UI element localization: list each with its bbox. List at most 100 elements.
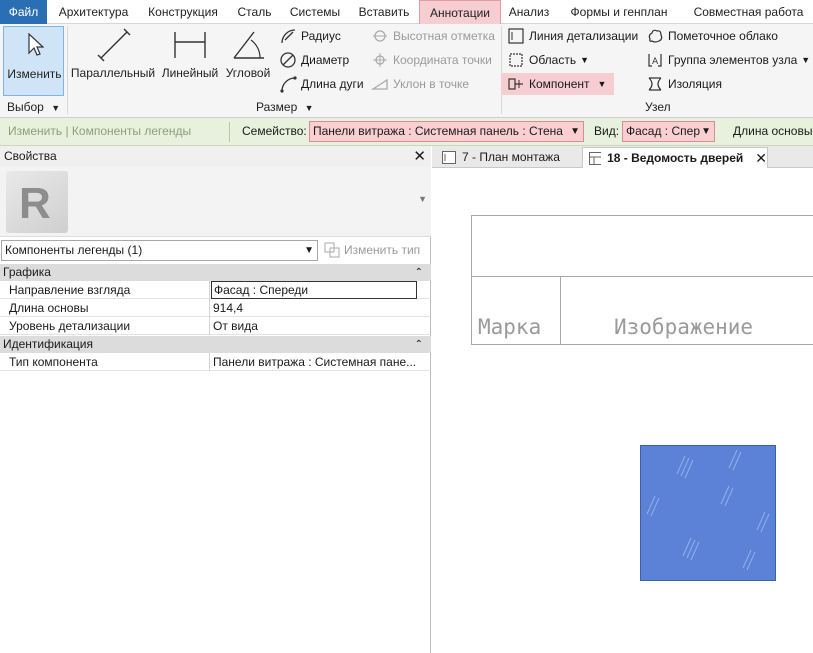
ribbon-separator (501, 26, 502, 114)
detail-line-label: Линия детализации (529, 29, 639, 43)
tab-steel[interactable]: Сталь (231, 0, 278, 24)
modify-button[interactable]: Изменить (3, 26, 64, 96)
chevron-down-icon: ▼ (304, 245, 314, 256)
modify-label: Изменить (7, 67, 62, 81)
aligned-dimension-button[interactable]: Параллельный (70, 26, 156, 96)
property-row[interactable]: Длина основы 914,4 (0, 299, 431, 317)
drawing-canvas[interactable]: Марка Изображение (432, 168, 813, 653)
aligned-dimension-icon (97, 28, 131, 62)
type-selector[interactable]: R ▼ (0, 167, 431, 237)
collapse-icon[interactable]: ⌃ (415, 264, 423, 281)
detail-line-button[interactable]: Линия детализации (507, 25, 638, 47)
tab-systems[interactable]: Системы (284, 0, 346, 24)
arc-length-icon (280, 76, 297, 93)
radial-dimension-button[interactable]: Радиус (279, 25, 341, 47)
linear-dimension-label: Линейный (161, 66, 219, 80)
view-tab-door-schedule[interactable]: 18 - Ведомость дверей ✕ (582, 147, 768, 168)
spot-slope-label: Уклон в точке (393, 77, 470, 91)
ribbon-separator (67, 26, 68, 114)
view-tabs: 7 - План монтажа 18 - Ведомость дверей ✕ (432, 146, 813, 168)
dimension-group-label[interactable]: Размер ▼ (256, 98, 314, 116)
view-tab-label: 18 - Ведомость дверей (607, 150, 744, 165)
collapse-icon[interactable]: ⌃ (415, 336, 423, 353)
options-separator (229, 122, 230, 142)
property-value[interactable]: 914,4 (211, 299, 417, 317)
tab-massing-site[interactable]: Формы и генплан (560, 0, 678, 24)
category-graphics-label: Графика (3, 265, 51, 279)
property-row[interactable]: Тип компонента Панели витража : Системна… (0, 353, 431, 371)
category-identity[interactable]: Идентификация ⌃ (0, 336, 431, 353)
view-tab-floor-plan[interactable]: 7 - План монтажа (436, 147, 582, 168)
spot-coordinate-label: Координата точки (393, 53, 492, 67)
tab-analyze[interactable]: Анализ (504, 0, 554, 24)
diameter-dimension-button[interactable]: Диаметр (279, 49, 349, 71)
select-group-text: Выбор (7, 100, 44, 114)
family-label: Семейство: (242, 124, 307, 138)
tab-structure[interactable]: Конструкция (141, 0, 225, 24)
spot-elevation-button[interactable]: Высотная отметка (371, 25, 495, 47)
schedule-col-image: Изображение (614, 315, 754, 339)
linear-dimension-icon (174, 32, 206, 58)
property-value[interactable]: Панели витража : Системная пане... (211, 353, 417, 371)
property-value[interactable]: От вида (211, 317, 417, 335)
view-value: Фасад : Спер (626, 124, 700, 138)
region-button[interactable]: Область ▼ (507, 49, 589, 71)
select-group-label[interactable]: Выбор ▼ (7, 98, 60, 116)
angular-dimension-icon (233, 31, 264, 59)
arc-length-dimension-label: Длина дуги (301, 77, 364, 91)
tab-insert[interactable]: Вставить (352, 0, 416, 24)
view-plan-icon (442, 151, 456, 164)
tab-file[interactable]: Файл (0, 0, 47, 24)
category-identity-label: Идентификация (3, 337, 93, 351)
chevron-down-icon: ▼ (801, 55, 811, 65)
view-combo[interactable]: Фасад : Спер ▼ (622, 121, 715, 142)
spot-slope-button[interactable]: Уклон в точке (371, 73, 469, 95)
properties-title: Свойства ✕ (0, 146, 431, 167)
cursor-arrow-icon (28, 33, 44, 56)
instance-filter-combo[interactable]: Компоненты легенды (1) ▼ (1, 240, 318, 261)
category-graphics[interactable]: Графика ⌃ (0, 264, 431, 281)
chevron-down-icon[interactable]: ▼ (418, 194, 427, 204)
chevron-down-icon: ▼ (570, 126, 580, 137)
close-icon[interactable]: ✕ (755, 148, 767, 169)
tab-collaborate[interactable]: Совместная работа (684, 0, 813, 24)
insulation-button[interactable]: Изоляция (646, 73, 722, 95)
properties-title-text: Свойства (4, 149, 57, 163)
view-tab-label: 7 - План монтажа (462, 150, 560, 164)
property-name: Тип компонента (0, 353, 210, 371)
spot-elevation-icon (373, 30, 387, 42)
property-name: Длина основы (0, 299, 210, 317)
component-button[interactable]: Компонент ▼ (501, 73, 615, 95)
detail-group-button[interactable]: A Группа элементов узла ▼ (646, 49, 810, 71)
instance-row: Компоненты легенды (1) ▼ Изменить тип (0, 239, 431, 263)
schedule-header-divider (472, 276, 813, 277)
edit-type-button[interactable]: Изменить тип (324, 242, 420, 258)
view-label: Вид: (594, 124, 620, 138)
options-bar: Изменить | Компоненты легенды Семейство:… (0, 118, 813, 146)
property-row[interactable]: Уровень детализации От вида (0, 317, 431, 335)
angular-dimension-button[interactable]: Угловой (222, 26, 274, 96)
revision-cloud-icon (648, 29, 663, 43)
schedule-table[interactable]: Марка Изображение (471, 215, 813, 345)
svg-text:A: A (652, 57, 659, 67)
family-combo[interactable]: Панели витража : Системная панель : Стен… (309, 121, 584, 142)
region-label: Область (529, 53, 577, 67)
revision-cloud-button[interactable]: Пометочное облако (646, 25, 778, 47)
aligned-dimension-label: Параллельный (70, 66, 156, 80)
spot-coordinate-button[interactable]: Координата точки (371, 49, 492, 71)
properties-palette: Свойства ✕ R ▼ Компоненты легенды (1) ▼ … (0, 146, 431, 653)
curtain-panel-legend-component[interactable] (640, 445, 776, 581)
linear-dimension-button[interactable]: Линейный (159, 26, 221, 96)
arc-length-dimension-button[interactable]: Длина дуги (279, 73, 364, 95)
property-value[interactable]: Фасад : Спереди (211, 281, 417, 299)
close-icon[interactable]: ✕ (413, 146, 426, 167)
chevron-down-icon: ▼ (597, 79, 607, 89)
tab-architecture[interactable]: Архитектура (51, 0, 136, 24)
property-name: Направление взгляда (0, 281, 210, 299)
component-label: Компонент (529, 77, 590, 91)
spot-elevation-label: Высотная отметка (393, 29, 495, 43)
revit-logo-icon: R (6, 171, 68, 233)
property-row[interactable]: Направление взгляда Фасад : Спереди (0, 281, 431, 299)
family-value: Панели витража : Системная панель : Стен… (313, 124, 563, 138)
tab-annotate[interactable]: Аннотации (419, 0, 501, 24)
